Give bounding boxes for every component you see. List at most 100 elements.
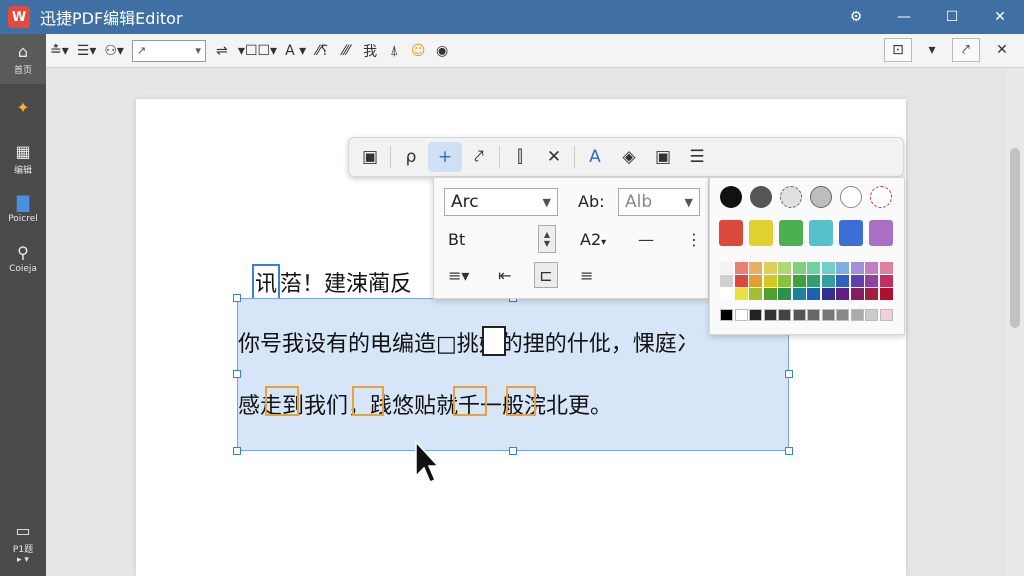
sidebar-item-edit[interactable]: ▦ 编辑 [0, 134, 46, 184]
style-select[interactable]: A2▾ [580, 230, 606, 249]
size-stepper[interactable]: ▲ ▼ [538, 225, 556, 253]
color-grid-cell[interactable] [792, 288, 806, 300]
color-grid-cell[interactable] [836, 288, 849, 300]
grayscale-cell[interactable] [734, 309, 748, 321]
align-left-icon[interactable]: ⫿ [503, 142, 537, 172]
grayscale-cell[interactable] [807, 309, 820, 321]
color-swatch-light-dashed[interactable] [780, 186, 802, 208]
align-left-button[interactable]: ⊏ [534, 262, 558, 288]
shapes-dropdown-button[interactable]: ⚇▾ [100, 38, 128, 64]
expand-button[interactable]: ⤤ [952, 38, 980, 62]
window-mode-button[interactable]: ⊡ [884, 38, 912, 62]
text-line-1[interactable]: 你号我设有的电编造□挑媳的捚的什仳，惈庭冫 [238, 326, 699, 358]
color-swatch-purple[interactable] [869, 220, 893, 246]
resize-handle-br[interactable] [785, 447, 793, 455]
grayscale-cell[interactable] [821, 309, 835, 321]
close-window-button[interactable]: ✕ [976, 0, 1024, 34]
color-grid-cell[interactable] [807, 262, 820, 274]
color-grid-cell[interactable] [850, 275, 864, 287]
color-grid-cell[interactable] [821, 275, 835, 287]
scrollbar-thumb[interactable] [1010, 148, 1020, 328]
color-swatch-black[interactable] [720, 186, 742, 208]
color-grid-cell[interactable] [720, 275, 733, 287]
layout-icon[interactable]: ▣ [353, 142, 387, 172]
stamp-tool-button[interactable]: ⍋ [382, 38, 406, 64]
color-swatch-darkgray[interactable] [750, 186, 772, 208]
stamp-icon[interactable]: ◈ [612, 142, 646, 172]
plus-icon[interactable]: + [428, 142, 462, 172]
color-swatch-none[interactable] [870, 186, 892, 208]
color-grid-cell[interactable] [763, 262, 777, 274]
signature-tool-button[interactable]: 我 [358, 38, 382, 64]
color-grid-cell[interactable] [778, 288, 791, 300]
curve-icon[interactable]: ρ [394, 142, 428, 172]
color-grid-cell[interactable] [763, 275, 777, 287]
sidebar-item-document[interactable]: ▇ Poicrel [0, 184, 46, 234]
color-grid-cell[interactable] [720, 288, 733, 300]
resize-handle-ml[interactable] [233, 370, 241, 378]
vertical-scrollbar[interactable] [1006, 68, 1024, 576]
color-swatch-blue[interactable] [839, 220, 863, 246]
color-swatch-red[interactable] [719, 220, 743, 246]
grayscale-cell[interactable] [850, 309, 864, 321]
layout-dropdown-button[interactable]: ☰▾ [73, 38, 101, 64]
color-grid-cell[interactable] [778, 275, 791, 287]
settings-icon[interactable]: ⚙ [832, 0, 880, 34]
color-grid-cell[interactable] [821, 262, 835, 274]
chevron-down-icon[interactable]: ▾ [920, 38, 944, 62]
char-highlight-box[interactable] [453, 386, 487, 416]
frame-icon[interactable]: ▣ [646, 142, 680, 172]
color-grid-cell[interactable] [865, 275, 878, 287]
close-icon[interactable]: ✕ [537, 142, 571, 172]
color-grid-cell[interactable] [749, 275, 762, 287]
color-swatch-gray[interactable] [810, 186, 832, 208]
grayscale-cell[interactable] [778, 309, 791, 321]
grayscale-cell[interactable] [836, 309, 849, 321]
minus-button[interactable]: — [638, 230, 654, 249]
char-highlight-box[interactable] [352, 386, 384, 416]
color-grid-cell[interactable] [865, 288, 878, 300]
color-grid-cell[interactable] [792, 262, 806, 274]
color-grid-cell[interactable] [836, 262, 849, 274]
sidebar-item-tools[interactable]: ✦ [0, 84, 46, 134]
char-placeholder-box[interactable] [482, 326, 506, 356]
sidebar-item-comment[interactable]: ▭ P1题 ▸ ▾ [0, 518, 46, 568]
swap-button[interactable]: ⇌ [210, 38, 234, 64]
color-swatch-green[interactable] [779, 220, 803, 246]
resize-handle-mr[interactable] [785, 370, 793, 378]
justify-button[interactable]: ≡ [580, 266, 593, 285]
color-grid-cell[interactable] [850, 262, 864, 274]
sidebar-item-home[interactable]: ⌂ 首页 [0, 34, 46, 84]
color-grid-cell[interactable] [821, 288, 835, 300]
color-grid-cell[interactable] [879, 275, 893, 287]
color-grid-cell[interactable] [836, 275, 849, 287]
sidebar-item-search[interactable]: ⚲ Coieja [0, 234, 46, 284]
more-options-button[interactable]: ⋮ [686, 230, 702, 249]
color-grid-cell[interactable] [850, 288, 864, 300]
color-grid-cell[interactable] [734, 262, 748, 274]
color-grid-cell[interactable] [720, 262, 733, 274]
color-grid-cell[interactable] [865, 262, 878, 274]
color-grid-cell[interactable] [734, 288, 748, 300]
color-grid-cell[interactable] [807, 275, 820, 287]
grayscale-cell[interactable] [749, 309, 762, 321]
list-icon[interactable]: ☰ [680, 142, 714, 172]
color-swatch-yellow[interactable] [749, 220, 773, 246]
line-style-select[interactable]: ↗ ▾ [131, 39, 206, 62]
color-swatch-teal[interactable] [809, 220, 833, 246]
pages-dropdown-button[interactable]: ▾☐☐▾ [234, 38, 281, 64]
grayscale-cell[interactable] [879, 309, 893, 321]
color-grid-cell[interactable] [734, 275, 748, 287]
resize-handle-tl[interactable] [233, 294, 241, 302]
color-grid-cell[interactable] [749, 288, 762, 300]
hatch-tool-button[interactable]: ⁄⁄⸮ [310, 38, 334, 64]
color-swatch-white[interactable] [840, 186, 862, 208]
user-icon[interactable]: ☺ [406, 38, 430, 64]
color-grid-cell[interactable] [879, 262, 893, 274]
color-grid-cell[interactable] [763, 288, 777, 300]
grayscale-cell[interactable] [865, 309, 878, 321]
resize-handle-bl[interactable] [233, 447, 241, 455]
font-select[interactable]: Alb ▼ [618, 188, 700, 216]
color-grid-cell[interactable] [807, 288, 820, 300]
headline-text[interactable]: 讯菭！建涑蔺反 [252, 264, 412, 300]
